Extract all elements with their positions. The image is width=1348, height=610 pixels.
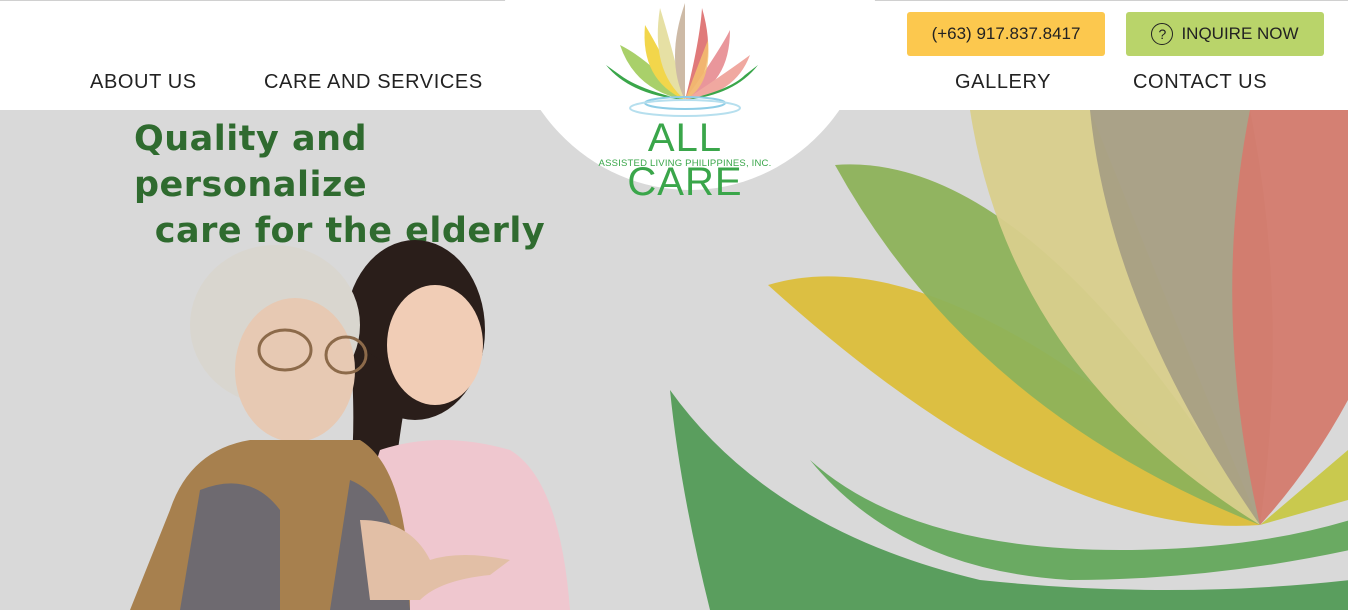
nav-care-and-services[interactable]: CARE AND SERVICES (264, 71, 483, 94)
inquire-now-button[interactable]: ? INQUIRE NOW (1126, 12, 1324, 56)
nav-about-us[interactable]: ABOUT US (90, 71, 197, 94)
phone-button-label: (+63) 917.837.8417 (931, 24, 1081, 43)
nav-contact-us[interactable]: CONTACT US (1133, 71, 1267, 94)
logo-subtitle: ASSISTED LIVING PHILIPPINES, INC. (598, 158, 772, 169)
hero-title-line1: Quality and personalize (134, 119, 368, 205)
question-circle-icon: ? (1151, 23, 1174, 45)
nav-gallery[interactable]: GALLERY (955, 71, 1051, 94)
hero-photo (130, 240, 570, 610)
inquire-button-label: INQUIRE NOW (1181, 24, 1299, 43)
phone-button[interactable]: (+63) 917.837.8417 (907, 12, 1105, 56)
